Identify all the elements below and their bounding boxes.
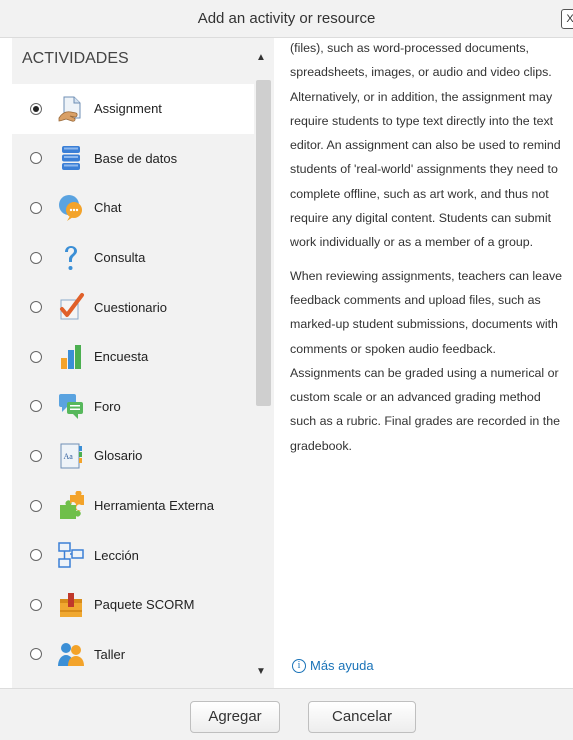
cancel-button[interactable]: Cancelar bbox=[308, 701, 416, 733]
activity-item-chat[interactable]: Chat bbox=[12, 183, 254, 233]
radio-button[interactable] bbox=[30, 152, 42, 165]
activity-item-consulta[interactable]: Consulta bbox=[12, 233, 254, 283]
scrollbar-thumb[interactable] bbox=[256, 80, 271, 406]
radio-button[interactable] bbox=[30, 499, 42, 512]
glossary-icon: Aa bbox=[60, 443, 82, 469]
package-icon bbox=[60, 592, 82, 617]
bar-chart-icon bbox=[61, 344, 81, 369]
activity-label: Base de datos bbox=[94, 150, 178, 166]
activity-label: Paquete SCORM bbox=[94, 597, 195, 613]
activity-label: Herramienta Externa bbox=[94, 498, 214, 514]
activity-label: Glosario bbox=[94, 448, 143, 464]
radio-button[interactable] bbox=[30, 102, 42, 115]
activity-label: Encuesta bbox=[94, 349, 149, 365]
more-help-link[interactable]: i Más ayuda bbox=[292, 658, 374, 673]
help-panel: (files), such as word-processed document… bbox=[290, 38, 565, 688]
workshop-icon bbox=[58, 643, 84, 667]
section-title: ACTIVIDADES bbox=[22, 50, 129, 67]
activity-list: Assignment Base de datos Chat Consulta C… bbox=[12, 84, 254, 679]
activity-label: Foro bbox=[94, 398, 121, 414]
activity-label: Consulta bbox=[94, 250, 146, 266]
radio-button[interactable] bbox=[30, 449, 42, 462]
activity-item-leccion[interactable]: Lección bbox=[12, 530, 254, 580]
activity-label: Chat bbox=[94, 200, 122, 216]
forum-icon bbox=[59, 394, 83, 420]
activity-item-taller[interactable]: Taller bbox=[12, 630, 254, 680]
chat-icon bbox=[59, 194, 82, 221]
help-text: (files), such as word-processed document… bbox=[290, 41, 561, 250]
activity-label: Assignment bbox=[94, 101, 162, 117]
radio-button[interactable] bbox=[30, 350, 42, 363]
radio-button[interactable] bbox=[30, 400, 42, 413]
add-activity-dialog: Add an activity or resource X ACTIVIDADE… bbox=[0, 0, 573, 740]
activity-item-encuesta[interactable]: Encuesta bbox=[12, 332, 254, 382]
activity-label: Taller bbox=[94, 646, 126, 662]
radio-button[interactable] bbox=[30, 251, 42, 264]
close-button[interactable]: X bbox=[561, 9, 573, 29]
activity-label: Cuestionario bbox=[94, 299, 167, 315]
scroll-up-arrow-icon[interactable]: ▲ bbox=[256, 52, 266, 63]
activity-item-herramienta-externa[interactable]: Herramienta Externa bbox=[12, 481, 254, 531]
more-help-label: Más ayuda bbox=[310, 658, 374, 673]
scroll-down-arrow-icon[interactable]: ▼ bbox=[256, 666, 266, 677]
puzzle-icon bbox=[60, 490, 84, 519]
dialog-header: Add an activity or resource X bbox=[0, 0, 573, 38]
activity-item-glosario[interactable]: Aa Glosario bbox=[12, 431, 254, 481]
add-button[interactable]: Agregar bbox=[190, 701, 280, 733]
activity-item-assignment[interactable]: Assignment bbox=[12, 84, 254, 134]
activity-label: Lección bbox=[94, 547, 139, 563]
help-text: When reviewing assignments, teachers can… bbox=[290, 268, 563, 453]
activity-item-cuestionario[interactable]: Cuestionario bbox=[12, 282, 254, 332]
radio-button[interactable] bbox=[30, 648, 42, 661]
lesson-icon bbox=[58, 542, 84, 568]
activity-item-foro[interactable]: Foro bbox=[12, 382, 254, 432]
radio-button[interactable] bbox=[30, 598, 42, 611]
dialog-footer: Agregar Cancelar bbox=[0, 688, 573, 740]
radio-button[interactable] bbox=[30, 301, 42, 314]
activity-item-base-de-datos[interactable]: Base de datos bbox=[12, 134, 254, 184]
radio-button[interactable] bbox=[30, 549, 42, 562]
activity-item-paquete-scorm[interactable]: Paquete SCORM bbox=[12, 580, 254, 630]
activity-chooser-panel: ACTIVIDADES ▲ ▼ Assignment Base de datos… bbox=[12, 38, 274, 688]
radio-button[interactable] bbox=[30, 201, 42, 214]
dialog-title: Add an activity or resource bbox=[197, 10, 376, 27]
assignment-icon bbox=[58, 96, 81, 122]
svg-text:Aa: Aa bbox=[64, 452, 74, 461]
question-icon bbox=[65, 245, 77, 270]
database-icon bbox=[62, 146, 80, 171]
info-icon: i bbox=[292, 658, 306, 673]
checkmark-icon bbox=[60, 293, 84, 320]
